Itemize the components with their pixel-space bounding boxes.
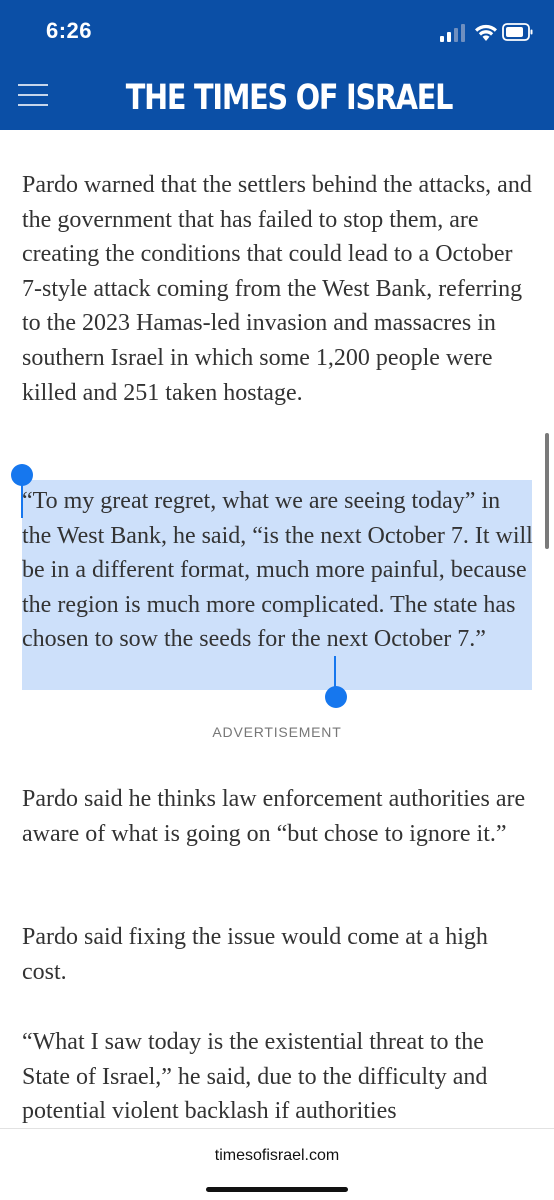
site-logo[interactable]: THE TIMES OF ISRAEL (62, 74, 516, 122)
article-paragraph: Pardo said fixing the issue would come a… (22, 924, 488, 985)
selection-end-handle[interactable] (325, 686, 347, 708)
browser-url-bar[interactable]: timesofisrael.com (0, 1128, 554, 1200)
hamburger-menu-icon[interactable] (18, 84, 48, 108)
selected-quote-paragraph[interactable]: “To my great regret, what we are seeing … (22, 484, 534, 657)
url-text[interactable]: timesofisrael.com (0, 1147, 554, 1165)
selection-end-caret (334, 656, 336, 690)
home-indicator[interactable] (206, 1187, 348, 1192)
site-header: 6:26 THE TIMES OF ISRAEL (0, 0, 554, 130)
status-time: 6:26 (46, 18, 93, 43)
advertisement-label: ADVERTISEMENT (212, 724, 342, 740)
signal-icon (440, 24, 465, 42)
selection-start-handle[interactable] (11, 464, 33, 486)
wifi-icon (475, 24, 497, 41)
article-paragraph: Pardo warned that the settlers behind th… (22, 172, 532, 406)
scrollbar[interactable] (545, 433, 549, 549)
battery-icon (502, 23, 533, 41)
selection-start-caret (21, 484, 23, 518)
article-paragraph: Pardo said he thinks law enforcement aut… (22, 786, 526, 847)
article-paragraph: “What I saw today is the existential thr… (22, 1029, 488, 1125)
